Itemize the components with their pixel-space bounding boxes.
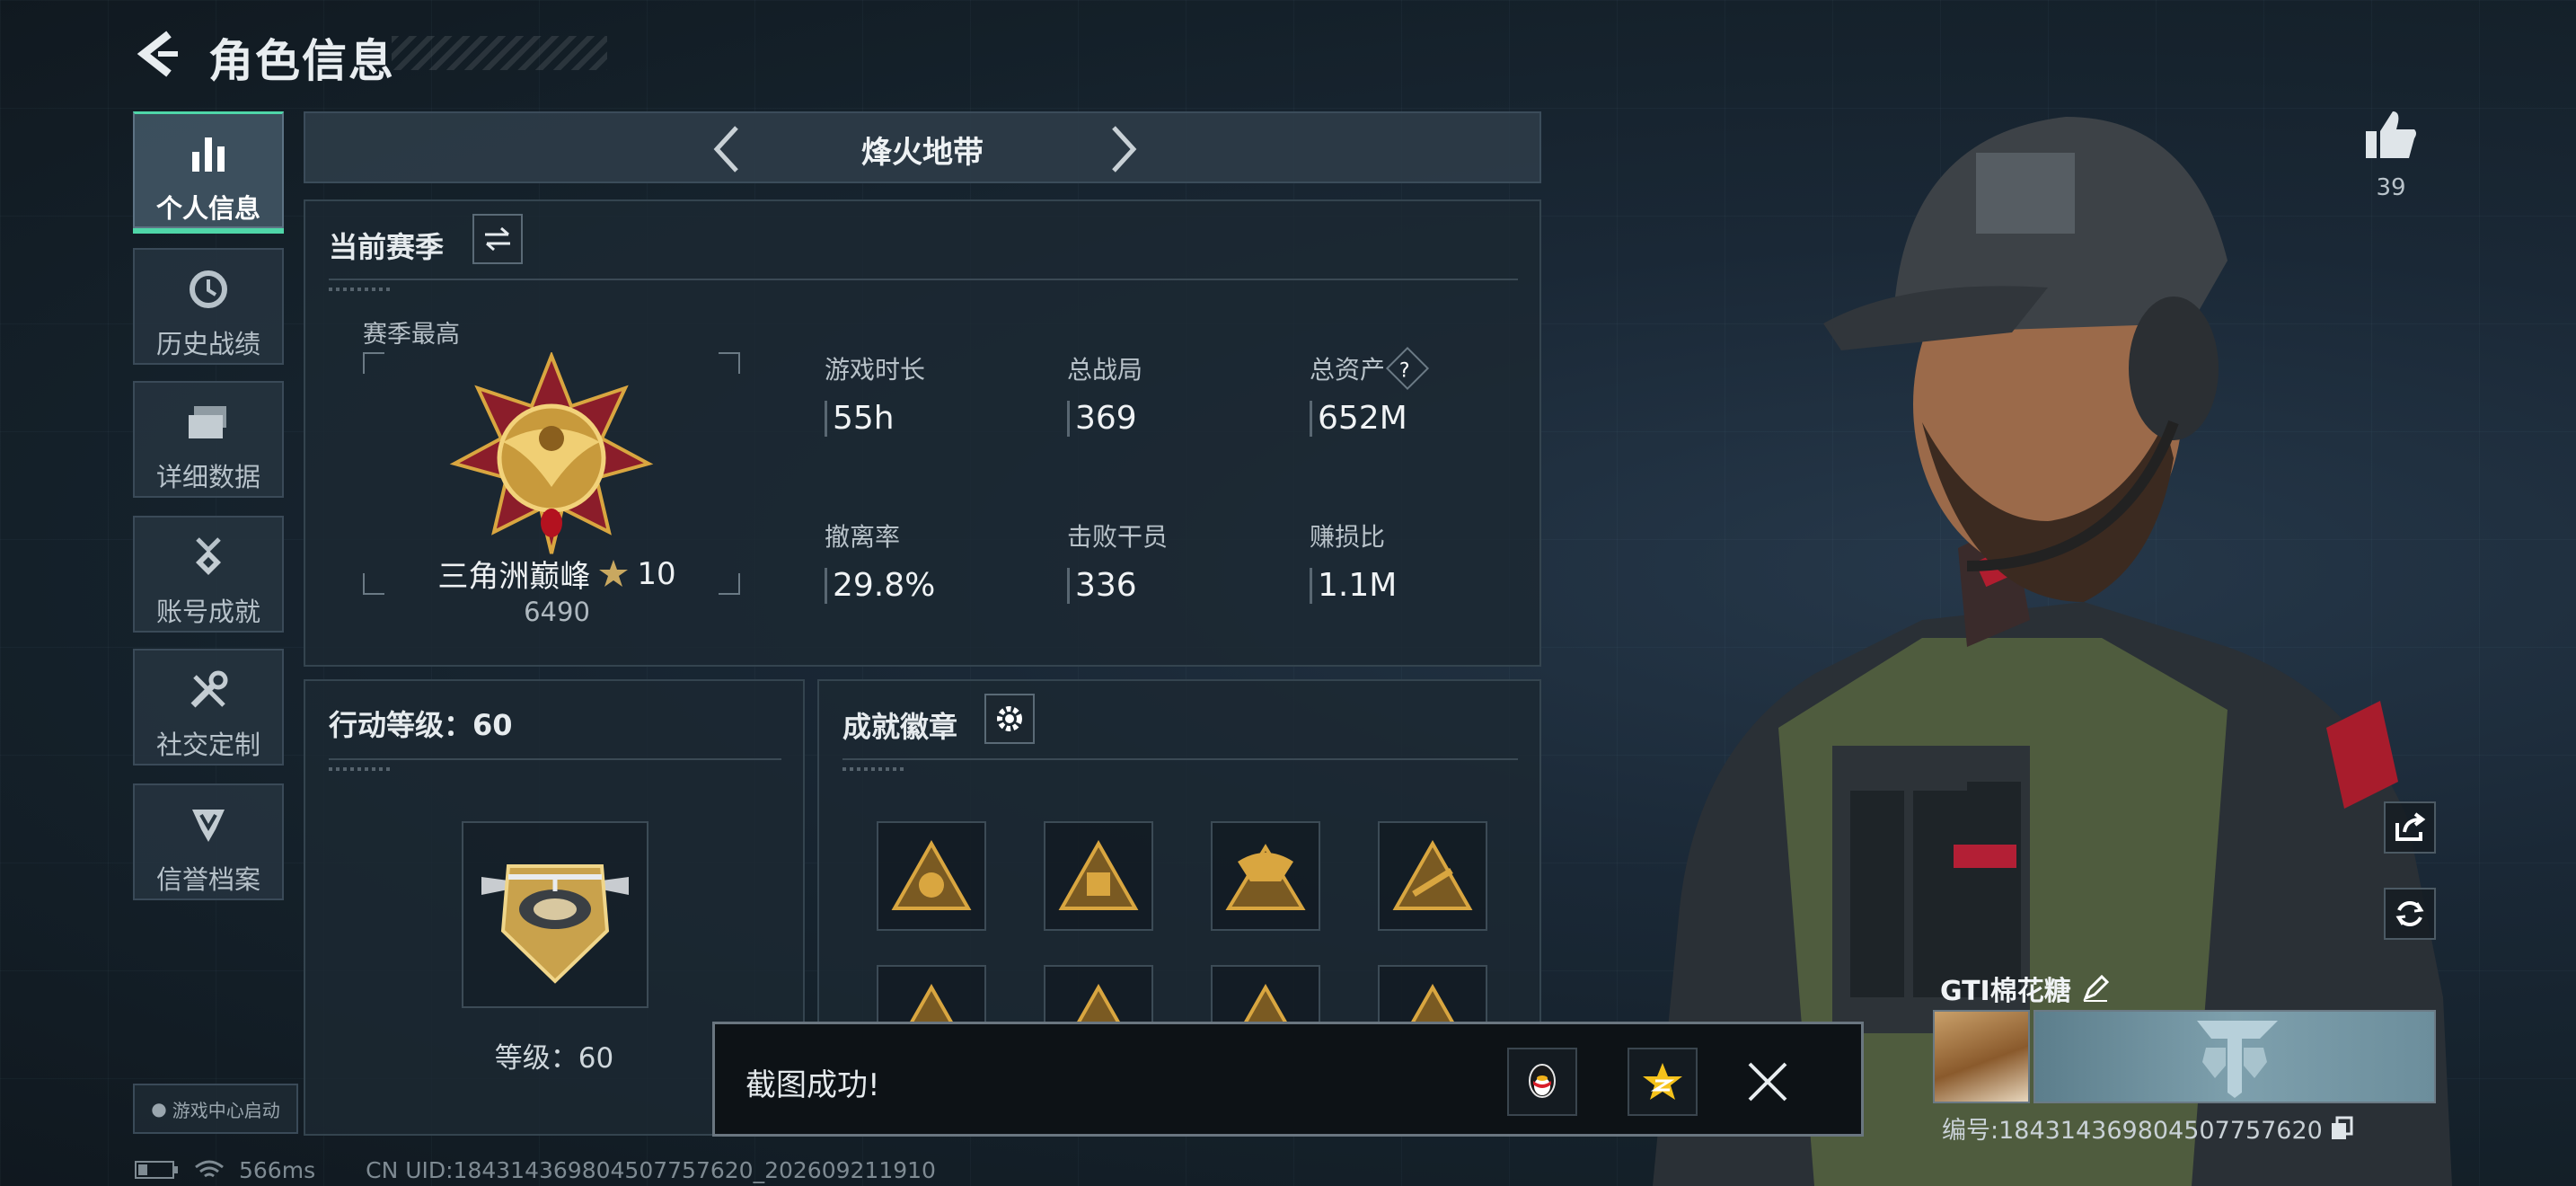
sidebar-item-label: 个人信息 [155,193,260,224]
page-title: 角色信息 [208,35,395,87]
panel-title: 成就徽章 [842,710,958,744]
rank-emblem-icon [449,352,654,554]
share-icon[interactable] [2384,801,2436,854]
mode-label: 烽火地带 [861,135,984,171]
copy-icon[interactable] [2330,1116,2353,1141]
qq-penguin-icon [1529,1064,1556,1098]
sidebar-item-label: 历史战绩 [155,329,260,359]
sidebar-item-label: 信誉档案 [155,864,260,895]
qzone-share-button[interactable] [1628,1048,1698,1116]
title-decoration [392,36,607,70]
like-count: 39 [2376,174,2406,201]
team-logo-icon [2197,1021,2278,1098]
thumbs-up-icon[interactable] [2362,106,2420,164]
screenshot-toast: 截图成功! [712,1022,1864,1137]
ping-label: 566ms [239,1156,316,1183]
avatar[interactable] [1933,1010,2030,1103]
swap-icon[interactable] [472,214,523,264]
help-icon[interactable]: ? [1385,346,1430,391]
divider [329,758,781,771]
game-center-button[interactable]: ● 游戏中心启动 [133,1084,298,1134]
medal-icon [135,534,282,580]
sidebar-item-label: 详细数据 [155,462,260,492]
wifi-icon [195,1160,224,1178]
sidebar-item-achievements[interactable]: 账号成就 [133,516,284,633]
qq-share-button[interactable] [1507,1048,1577,1116]
divider [842,758,1518,771]
panel-title: 当前赛季 [329,230,445,264]
sidebar-item-label: 账号成就 [155,597,260,627]
stat-play-time: 游戏时长 55h [825,350,1049,437]
achievement-badge[interactable] [877,821,986,931]
player-uid: 编号:184314369804507757620 [1942,1111,2353,1146]
stat-extract-rate: 撤离率 29.8% [825,518,1049,604]
refresh-icon[interactable] [2384,888,2436,940]
profile-banner[interactable] [2033,1010,2436,1103]
battery-icon [135,1161,178,1179]
stat-total-assets: 总资产 ? 652M [1310,346,1534,437]
status-bar: 566ms CN UID:18431436980450775762​0_2026… [135,1156,936,1183]
toast-message: 截图成功! [745,1067,880,1103]
close-icon[interactable] [1741,1055,1795,1109]
level-emblem[interactable] [462,821,648,1008]
sidebar-item-credit[interactable]: 信誉档案 [133,783,284,900]
rank-stars: 10 [637,555,676,592]
stat-kills: 击败干员 336 [1067,518,1292,604]
history-icon [135,266,282,313]
current-season-panel: 当前赛季 赛季最高 三角洲巅峰 10 6490 游戏时长 55h 总战局 369… [304,199,1541,667]
uid-label: CN UID:18431436980450775762​0_2026092119… [366,1156,936,1183]
bar-chart-icon [135,130,282,177]
stat-total-matches: 总战局 369 [1067,350,1292,437]
sidebar-item-details[interactable]: 详细数据 [133,381,284,498]
mode-selector: 烽火地带 [304,111,1541,183]
divider [329,279,1518,291]
chevron-right-icon[interactable] [1096,122,1150,176]
sidebar-item-social[interactable]: 社交定制 [133,649,284,766]
rank-name: 三角洲巅峰 10 [437,555,676,596]
achievement-badge[interactable] [1211,821,1320,931]
qq-penguin-icon: ● [151,1098,167,1120]
back-arrow-icon[interactable] [133,29,183,79]
panel-title: 行动等级：60 [329,708,513,742]
helicopter-emblem-icon [481,864,629,984]
player-name: GTI棉花糖 [1940,969,2109,1008]
qzone-star-icon [1643,1063,1682,1100]
sidebar-item-personal-info[interactable]: 个人信息 [133,111,284,234]
folders-icon [135,399,282,446]
star-icon [599,559,629,587]
achievement-badge[interactable] [1044,821,1153,931]
rank-score: 6490 [524,597,590,627]
stat-profit-ratio: 赚损比 1.1M [1310,518,1534,604]
edit-pencil-icon[interactable] [2082,975,2109,1002]
game-center-label: 游戏中心启动 [172,1099,280,1121]
achievement-badge[interactable] [1378,821,1487,931]
sidebar-item-label: 社交定制 [155,730,260,760]
season-best-label: 赛季最高 [363,321,460,349]
sidebar-item-history[interactable]: 历史战绩 [133,248,284,365]
settings-gear-icon[interactable] [984,694,1035,744]
tools-icon [135,667,282,713]
shield-icon [135,801,282,848]
